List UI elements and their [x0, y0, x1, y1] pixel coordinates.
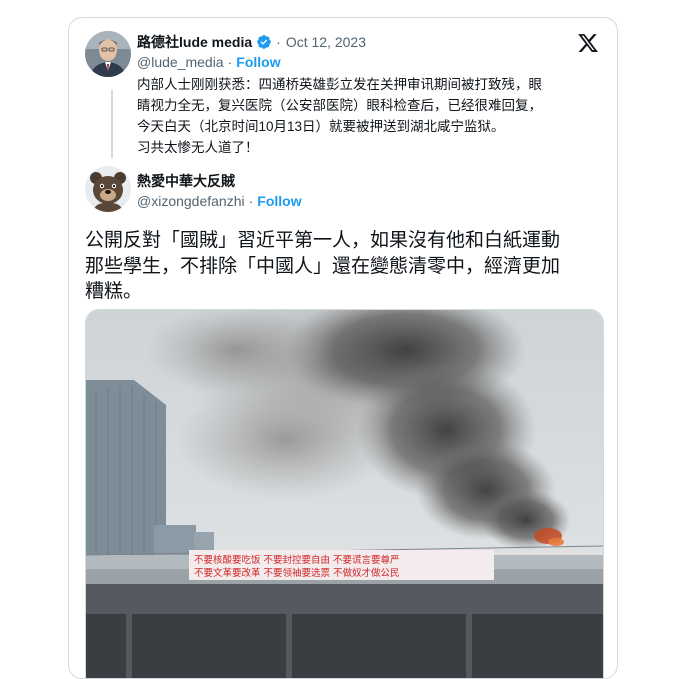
photo-illustration: 不要核酸要吃饭 不要封控要自由 不要谎言要尊严 不要文革要改革 不要领袖要选票 … [86, 310, 603, 678]
main-tweet-text: 公開反對「國賊」習近平第一人，如果沒有他和白紙運動 那些學生，不排除「中國人」還… [85, 228, 605, 305]
quoted-text-line: 今天白天（北京时间10月13日）就要被押送到湖北咸宁监狱。 [137, 119, 505, 134]
follow-quoted-button[interactable]: Follow [236, 54, 280, 70]
banner-line-1: 不要核酸要吃饭 不要封控要自由 不要谎言要尊严 [194, 554, 400, 566]
main-text-line: 那些學生，不排除「中國人」還在變態清零中，經濟更加 [85, 255, 561, 277]
follow-main-button[interactable]: Follow [257, 193, 301, 209]
quoted-tweet-text: 内部人士刚刚获悉：四通桥英雄彭立发在关押审讯期间被打致残，眼 睛视力全无，复兴医… [137, 74, 607, 158]
main-author-handle[interactable]: @xizongdefanzhi [137, 193, 245, 209]
thread-connector-line [111, 90, 113, 158]
main-tweet-header: 熱愛中華大反賊 [137, 171, 235, 191]
banner-line-2: 不要文革要改革 不要领袖要选票 不做奴才做公民 [194, 567, 400, 579]
main-text-line: 公開反對「國賊」習近平第一人，如果沒有他和白紙運動 [85, 230, 561, 251]
quoted-text-line: 内部人士刚刚获悉：四通桥英雄彭立发在关押审讯期间被打致残，眼 [137, 77, 542, 92]
x-logo-icon[interactable] [577, 32, 599, 54]
quoted-author-handle[interactable]: @lude_media [137, 54, 224, 70]
quoted-tweet-header: 路德社lude media · Oct 12, 2023 [137, 32, 366, 52]
quoted-text-line: 睛视力全无，复兴医院（公安部医院）眼科检查后，已经很难回复， [137, 98, 542, 113]
quoted-text-line: 习共太惨无人道了！ [137, 140, 259, 155]
main-author-avatar[interactable] [85, 166, 131, 212]
quoted-tweet-subheader: @lude_media · Follow [137, 54, 281, 70]
quoted-author-avatar[interactable] [85, 31, 131, 77]
quoted-author-name[interactable]: 路德社lude media [137, 32, 252, 52]
separator-dot: · [276, 34, 281, 50]
tweet-media-photo[interactable]: 不要核酸要吃饭 不要封控要自由 不要谎言要尊严 不要文革要改革 不要领袖要选票 … [85, 309, 604, 678]
main-text-line: 糟糕。 [85, 281, 143, 302]
verified-badge-icon [257, 35, 271, 49]
separator-dot: · [227, 54, 233, 70]
main-tweet-subheader: @xizongdefanzhi · Follow [137, 193, 302, 209]
tweet-card: 路德社lude media · Oct 12, 2023 @lude_media… [68, 17, 618, 679]
separator-dot: · [248, 193, 254, 209]
main-author-name[interactable]: 熱愛中華大反賊 [137, 171, 235, 191]
quoted-tweet-date[interactable]: Oct 12, 2023 [286, 34, 366, 50]
